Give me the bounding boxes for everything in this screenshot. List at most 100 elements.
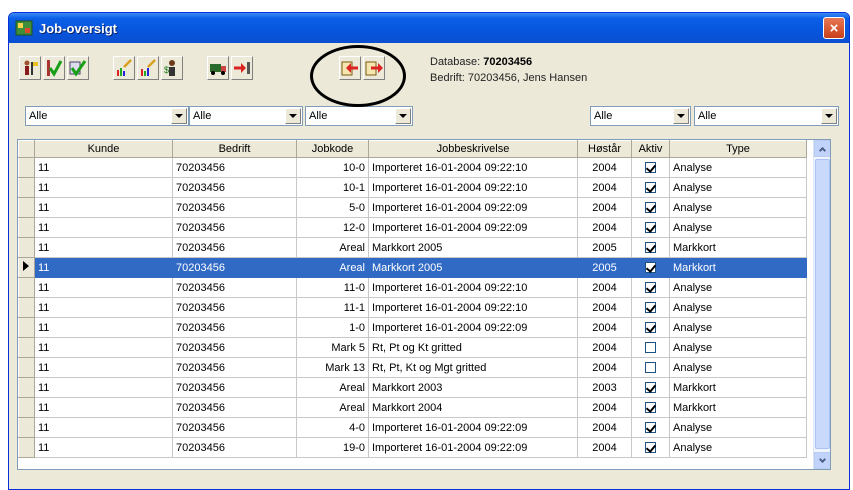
row-selector[interactable]: [18, 177, 35, 198]
scroll-thumb[interactable]: [815, 159, 830, 449]
aktiv-checkbox[interactable]: [645, 262, 656, 274]
table-row[interactable]: 11 70203456 Mark 13 Rt, Pt, Kt og Mgt gritt…: [18, 357, 807, 378]
cell-beskrivelse[interactable]: Markkort 2005: [368, 257, 578, 278]
aktiv-checkbox[interactable]: [645, 282, 656, 294]
cell-bedrift[interactable]: 70203456: [172, 317, 297, 338]
cell-hostar[interactable]: 2004: [577, 217, 632, 238]
table-row[interactable]: 11 70203456 Areal Markkort 2003 2003 Markkort: [18, 377, 807, 398]
cell-hostar[interactable]: 2004: [577, 337, 632, 358]
cell-type[interactable]: Markkort: [669, 397, 807, 418]
cell-bedrift[interactable]: 70203456: [172, 277, 297, 298]
cell-hostar[interactable]: 2005: [577, 257, 632, 278]
table-row[interactable]: 11 70203456 1-0 Importeret 16-01-2004 09:22…: [18, 317, 807, 338]
cell-bedrift[interactable]: 70203456: [172, 157, 297, 178]
cell-kunde[interactable]: 11: [34, 257, 173, 278]
cell-jobkode[interactable]: Areal: [296, 257, 369, 278]
cell-bedrift[interactable]: 70203456: [172, 237, 297, 258]
column-header-aktiv[interactable]: Aktiv: [631, 140, 670, 158]
cell-beskrivelse[interactable]: Rt, Pt, Kt og Mgt gritted: [368, 357, 578, 378]
cell-bedrift[interactable]: 70203456: [172, 437, 297, 458]
dropdown-arrow-icon[interactable]: [285, 108, 301, 124]
cell-bedrift[interactable]: 70203456: [172, 377, 297, 398]
cell-hostar[interactable]: 2005: [577, 237, 632, 258]
row-selector[interactable]: [18, 357, 35, 378]
aktiv-checkbox[interactable]: [645, 202, 656, 214]
cell-type[interactable]: Analyse: [669, 177, 807, 198]
cell-type[interactable]: Analyse: [669, 317, 807, 338]
column-header-bedrift[interactable]: Bedrift: [172, 140, 297, 158]
filter-hostar-combo[interactable]: Alle: [590, 106, 691, 126]
table-row[interactable]: 11 70203456 Areal Markkort 2004 2004 Markkort: [18, 397, 807, 418]
cell-kunde[interactable]: 11: [34, 297, 173, 318]
cell-type[interactable]: Analyse: [669, 437, 807, 458]
row-selector[interactable]: [18, 277, 35, 298]
cell-hostar[interactable]: 2004: [577, 177, 632, 198]
row-selector[interactable]: [18, 417, 35, 438]
cell-hostar[interactable]: 2004: [577, 437, 632, 458]
cell-kunde[interactable]: 11: [34, 397, 173, 418]
cell-kunde[interactable]: 11: [34, 417, 173, 438]
cell-beskrivelse[interactable]: Importeret 16-01-2004 09:22:10: [368, 297, 578, 318]
cell-kunde[interactable]: 11: [34, 197, 173, 218]
row-selector[interactable]: [18, 337, 35, 358]
cell-jobkode[interactable]: Mark 5: [296, 337, 369, 358]
row-selector[interactable]: [18, 377, 35, 398]
filter-kunde-combo[interactable]: Alle: [25, 106, 189, 126]
table-row[interactable]: 11 70203456 4-0 Importeret 16-01-2004 09:22…: [18, 417, 807, 438]
column-header-jobkode[interactable]: Jobkode: [296, 140, 369, 158]
cell-jobkode[interactable]: 12-0: [296, 217, 369, 238]
scroll-up-button[interactable]: [814, 140, 830, 157]
table-row[interactable]: 11 70203456 Areal Markkort 2005 2005 Markkort: [18, 257, 807, 278]
move-button[interactable]: [231, 56, 253, 80]
table-row[interactable]: 11 70203456 19-0 Importeret 16-01-2004 09:2…: [18, 437, 807, 458]
cell-beskrivelse[interactable]: Importeret 16-01-2004 09:22:10: [368, 157, 578, 178]
cell-beskrivelse[interactable]: Importeret 16-01-2004 09:22:10: [368, 177, 578, 198]
cell-hostar[interactable]: 2004: [577, 157, 632, 178]
cell-beskrivelse[interactable]: Importeret 16-01-2004 09:22:09: [368, 437, 578, 458]
cell-type[interactable]: Analyse: [669, 217, 807, 238]
dropdown-arrow-icon[interactable]: [171, 108, 187, 124]
approve-all-button[interactable]: [67, 56, 89, 80]
dropdown-arrow-icon[interactable]: [395, 108, 411, 124]
export-button[interactable]: [363, 56, 385, 80]
import-button[interactable]: [339, 56, 361, 80]
aktiv-checkbox[interactable]: [645, 382, 656, 394]
cell-type[interactable]: Analyse: [669, 357, 807, 378]
filter-bedrift-combo[interactable]: Alle: [189, 106, 303, 126]
new-job-button[interactable]: [19, 56, 41, 80]
cell-jobkode[interactable]: Areal: [296, 397, 369, 418]
cell-jobkode[interactable]: 11-1: [296, 297, 369, 318]
cell-kunde[interactable]: 11: [34, 377, 173, 398]
chart-edit2-button[interactable]: [137, 56, 159, 80]
cell-hostar[interactable]: 2004: [577, 357, 632, 378]
cell-bedrift[interactable]: 70203456: [172, 417, 297, 438]
table-row[interactable]: 11 70203456 5-0 Importeret 16-01-2004 09:22…: [18, 197, 807, 218]
cell-kunde[interactable]: 11: [34, 277, 173, 298]
cell-type[interactable]: Analyse: [669, 277, 807, 298]
cell-jobkode[interactable]: Mark 13: [296, 357, 369, 378]
cell-jobkode[interactable]: 4-0: [296, 417, 369, 438]
column-header-type[interactable]: Type: [669, 140, 807, 158]
row-selector[interactable]: [18, 237, 35, 258]
aktiv-checkbox[interactable]: [645, 342, 656, 354]
table-row[interactable]: 11 70203456 11-0 Importeret 16-01-2004 09:2…: [18, 277, 807, 298]
row-selector[interactable]: [18, 437, 35, 458]
cell-kunde[interactable]: 11: [34, 357, 173, 378]
cell-type[interactable]: Markkort: [669, 377, 807, 398]
aktiv-checkbox[interactable]: [645, 222, 656, 234]
cell-hostar[interactable]: 2003: [577, 377, 632, 398]
vertical-scrollbar[interactable]: [813, 140, 830, 469]
cell-type[interactable]: Markkort: [669, 237, 807, 258]
row-selector[interactable]: [18, 217, 35, 238]
cell-hostar[interactable]: 2004: [577, 197, 632, 218]
cell-hostar[interactable]: 2004: [577, 277, 632, 298]
job-grid[interactable]: Kunde Bedrift Jobkode Jobbeskrivelse Høs…: [17, 139, 831, 470]
cell-hostar[interactable]: 2004: [577, 417, 632, 438]
approve-button[interactable]: [43, 56, 65, 80]
cell-type[interactable]: Analyse: [669, 157, 807, 178]
aktiv-checkbox[interactable]: [645, 162, 656, 174]
scroll-down-button[interactable]: [814, 452, 830, 469]
cell-jobkode[interactable]: Areal: [296, 377, 369, 398]
cell-bedrift[interactable]: 70203456: [172, 217, 297, 238]
cell-beskrivelse[interactable]: Markkort 2003: [368, 377, 578, 398]
